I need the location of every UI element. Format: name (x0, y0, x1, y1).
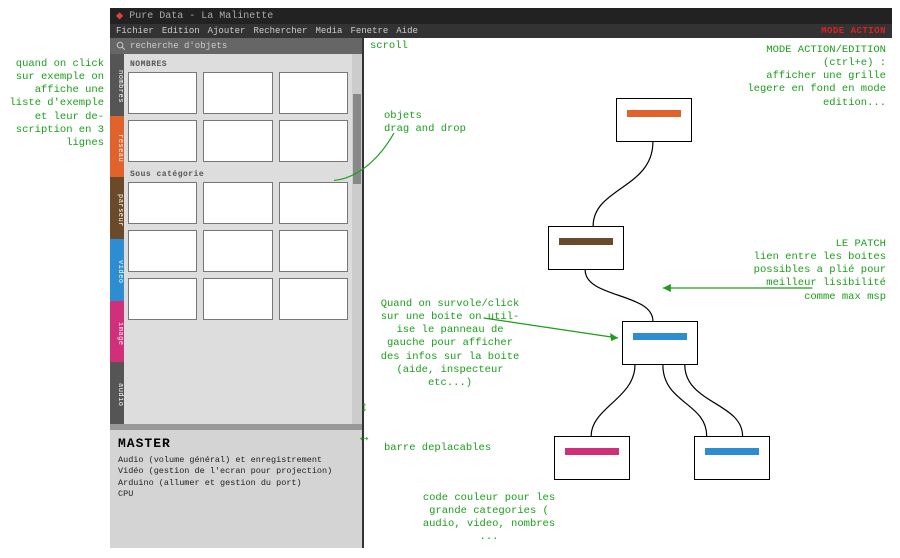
annotation-left: quand on click sur exemple on affiche un… (0, 58, 104, 150)
app-icon: ◆ (116, 10, 123, 22)
tab-video[interactable]: video (110, 239, 124, 301)
object-thumb[interactable] (279, 72, 348, 114)
menu-aide[interactable]: Aide (396, 26, 418, 36)
annotation-dragdrop: objets drag and drop (384, 110, 466, 136)
menu-media[interactable]: Media (315, 26, 342, 36)
object-thumb[interactable] (203, 230, 272, 272)
master-line: Arduino (allumer et gestion du port) (118, 478, 354, 489)
master-panel: MASTER Audio (volume général) et enregis… (110, 430, 362, 548)
object-thumb[interactable] (128, 230, 197, 272)
annotation-hover: Quand on survole/click sur une boite on … (370, 298, 530, 390)
tab-audio[interactable]: audio (110, 362, 124, 424)
side-tabs: nombres reseau parseur video image audio (110, 54, 124, 424)
search-row: recherche d'objets (110, 38, 362, 54)
search-icon (116, 41, 126, 51)
mode-badge: MODE ACTION (821, 26, 886, 36)
object-thumb[interactable] (279, 182, 348, 224)
category-label-1: NOMBRES (130, 60, 348, 69)
patch-node[interactable] (616, 98, 692, 142)
node-stripe (633, 333, 687, 340)
scrollbar-thumb[interactable] (353, 94, 361, 184)
patch-node[interactable] (548, 226, 624, 270)
node-stripe (705, 448, 759, 455)
annotation-scroll: scroll (370, 40, 408, 53)
tab-image[interactable]: image (110, 301, 124, 363)
object-thumb[interactable] (203, 72, 272, 114)
master-line: Audio (volume général) et enregistrement (118, 455, 354, 466)
object-thumb[interactable] (128, 182, 197, 224)
object-browser: nombres reseau parseur video image audio… (110, 54, 362, 424)
resize-arrow-h: ↔ (360, 430, 368, 446)
master-title: MASTER (118, 436, 354, 451)
node-stripe (565, 448, 619, 455)
menu-edition[interactable]: Edition (162, 26, 200, 36)
menu-rechercher[interactable]: Rechercher (253, 26, 307, 36)
menu-ajouter[interactable]: Ajouter (208, 26, 246, 36)
menu-fenetre[interactable]: Fenetre (350, 26, 388, 36)
resize-arrow-v: ↕ (360, 400, 368, 416)
annotation-mode: MODE ACTION/EDITION (ctrl+e) : afficher … (716, 44, 886, 110)
menu-fichier[interactable]: Fichier (116, 26, 154, 36)
object-thumb[interactable] (203, 120, 272, 162)
patch-canvas[interactable]: scroll objets drag and drop MODE ACTION/… (362, 38, 892, 548)
object-thumb[interactable] (203, 278, 272, 320)
node-stripe (627, 110, 681, 117)
master-line: Vidéo (gestion de l'ecran pour projectio… (118, 466, 354, 477)
annotation-patch: LE PATCH lien entre les boites possibles… (716, 238, 886, 304)
node-stripe (559, 238, 613, 245)
object-thumb[interactable] (279, 120, 348, 162)
category-label-2: Sous catégorie (130, 170, 348, 179)
app-window: ◆ Pure Data - La Malinette Fichier Editi… (110, 8, 892, 548)
object-thumb[interactable] (279, 278, 348, 320)
workspace: recherche d'objets nombres reseau parseu… (110, 38, 892, 548)
patch-node[interactable] (694, 436, 770, 480)
object-grid-area: NOMBRES Sous catégorie (124, 54, 352, 424)
search-input[interactable]: recherche d'objets (130, 41, 356, 51)
object-thumb[interactable] (203, 182, 272, 224)
object-thumb[interactable] (128, 278, 197, 320)
tab-parseur[interactable]: parseur (110, 177, 124, 239)
patch-node[interactable] (554, 436, 630, 480)
annotation-colors: code couleur pour les grande categories … (404, 492, 574, 545)
window-title: Pure Data - La Malinette (129, 11, 273, 22)
patch-node[interactable] (622, 321, 698, 365)
object-thumb[interactable] (128, 120, 197, 162)
scrollbar[interactable] (352, 54, 362, 424)
titlebar: ◆ Pure Data - La Malinette (110, 8, 892, 24)
left-panel: recherche d'objets nombres reseau parseu… (110, 38, 362, 548)
tab-nombres[interactable]: nombres (110, 54, 124, 116)
object-thumb[interactable] (128, 72, 197, 114)
master-line: CPU (118, 489, 354, 500)
annotation-bar: barre deplacables (384, 442, 491, 455)
object-thumb[interactable] (279, 230, 348, 272)
tab-reseau[interactable]: reseau (110, 116, 124, 178)
menubar: Fichier Edition Ajouter Rechercher Media… (110, 24, 892, 38)
